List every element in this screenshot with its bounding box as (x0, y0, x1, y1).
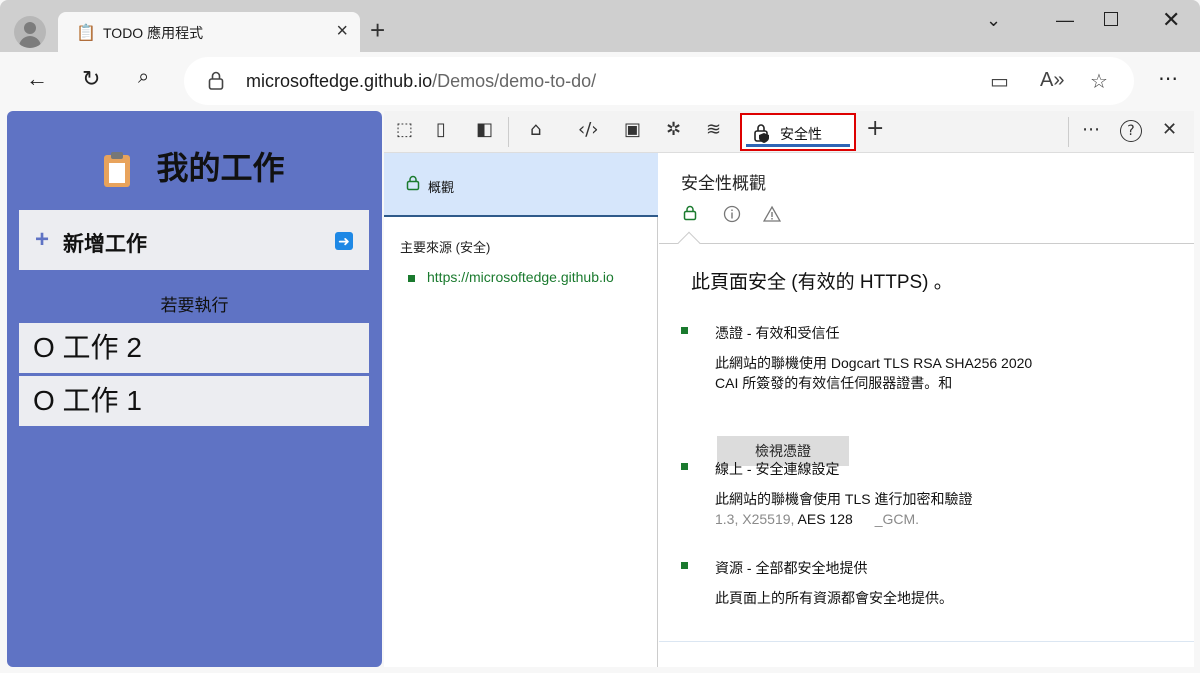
new-tab-icon[interactable]: + (370, 17, 385, 43)
address-toolbar: ← ↻ ⌕ microsoftedge.github.io/Demos/demo… (0, 52, 1200, 110)
more-tools-plus-icon[interactable]: + (866, 116, 884, 141)
secure-status-dot (408, 274, 415, 282)
help-icon[interactable]: ? (1120, 120, 1142, 142)
security-summary: 此頁面安全 (有效的 HTTPS) 。 (691, 272, 953, 293)
sidebar-item-origin[interactable]: https://microsoftedge.github.io (408, 269, 614, 285)
divider (659, 243, 1194, 244)
sidebar-item-overview-label: 概觀 (428, 180, 455, 195)
address-bar[interactable]: microsoftedge.github.io/Demos/demo-to-do… (184, 57, 1134, 105)
add-task-input[interactable]: + 新增工作 ➜ (19, 210, 369, 270)
submit-arrow-icon[interactable]: ➜ (335, 232, 353, 250)
dock-side-icon[interactable]: ◧ (476, 119, 493, 140)
console-icon[interactable]: ▣ (624, 119, 641, 140)
secure-status-dot (681, 562, 688, 569)
tab-search-chevron-icon[interactable]: ⌄ (986, 10, 1001, 31)
favorite-star-icon[interactable]: ☆ (1090, 69, 1108, 94)
elements-code-icon[interactable]: ‹/› (578, 119, 598, 140)
inspect-element-icon[interactable]: ⬚ (396, 119, 413, 140)
more-menu-icon[interactable]: ⋯ (1158, 66, 1178, 91)
toolbar-divider (1068, 117, 1069, 147)
welcome-home-icon[interactable]: ⌂ (530, 119, 541, 140)
secure-status-dot (681, 463, 688, 470)
tab-security-label: 安全性 (780, 126, 822, 142)
customize-more-icon[interactable]: ⋯ (1082, 119, 1100, 140)
sources-bug-icon[interactable]: ✲ (666, 119, 681, 140)
warning-icon (762, 205, 782, 228)
tab-title: TODO 應用程式 (103, 25, 204, 41)
main-origin-heading: 主要來源 (安全) (400, 240, 491, 255)
network-wifi-icon[interactable]: ≋ (706, 119, 721, 140)
profile-avatar-icon[interactable] (14, 16, 46, 48)
secure-status-dot (681, 327, 688, 334)
sidebar-item-overview[interactable]: 概觀 (384, 153, 658, 217)
divider (659, 641, 1194, 642)
security-overview: 安全性概觀 此頁面安全 (有效的 HTTPS) 。 憑證 - 有效和受信任 此網… (659, 153, 1194, 667)
clipboard-icon (104, 151, 131, 187)
title-bar: 📋 TODO 應用程式 × + ⌄ — ✕ (0, 0, 1200, 52)
resources-heading: 資源 - 全部都安全地提供 (715, 560, 868, 576)
task-item[interactable]: O 工作 1 (19, 376, 369, 426)
url-text[interactable]: microsoftedge.github.io/Demos/demo-to-do… (246, 71, 596, 92)
minimize-icon[interactable]: — (1056, 10, 1074, 31)
maximize-icon[interactable] (1104, 12, 1118, 26)
task-item[interactable]: O 工作 2 (19, 323, 369, 373)
lock-icon (406, 175, 420, 196)
app-available-icon[interactable]: ▭ (990, 69, 1009, 94)
tab-security[interactable]: 安全性 (740, 113, 856, 151)
certificate-heading: 憑證 - 有效和受信任 (715, 325, 840, 341)
todo-section-heading: 若要執行 (160, 296, 229, 315)
close-window-icon[interactable]: ✕ (1162, 7, 1180, 33)
close-tab-icon[interactable]: × (336, 20, 348, 43)
secure-lock-icon (683, 205, 697, 226)
devtools-panel: ⬚ ▯ ◧ ⌂ ‹/› ▣ ✲ ≋ 安全性 + ⋯ ? ✕ 概觀 主要來源 (安… (384, 111, 1194, 667)
active-tab-indicator (746, 144, 850, 147)
back-arrow-icon[interactable]: ← (26, 66, 48, 92)
read-aloud-icon[interactable]: A» (1040, 69, 1064, 92)
connection-heading: 線上 - 安全連線設定 (715, 461, 840, 477)
certificate-description: 此網站的聯機使用 Dogcart TLS RSA SHA256 2020 CAI… (715, 355, 1033, 391)
connection-description: 此網站的聯機會使用 TLS 進行加密和驗證 1.3, X25519, AES 1… (715, 491, 973, 527)
plus-icon: + (35, 226, 50, 253)
overview-title: 安全性概觀 (681, 174, 766, 193)
todo-app-page: 我的工作 + 新增工作 ➜ 若要執行 O 工作 2 O 工作 1 (7, 111, 382, 667)
resources-description: 此頁面上的所有資源都會安全地提供。 (715, 590, 953, 606)
clipboard-icon: 📋 (76, 25, 96, 42)
refresh-icon[interactable]: ↻ (82, 66, 100, 92)
add-task-label: 新增工作 (63, 233, 147, 256)
search-icon[interactable]: ⌕ (138, 66, 149, 89)
toolbar-divider (508, 117, 509, 147)
security-sidebar: 概觀 主要來源 (安全) https://microsoftedge.githu… (384, 153, 658, 667)
info-icon (723, 205, 741, 228)
devtools-toolbar: ⬚ ▯ ◧ ⌂ ‹/› ▣ ✲ ≋ 安全性 + ⋯ ? ✕ (384, 111, 1194, 153)
device-emulation-icon[interactable]: ▯ (436, 119, 446, 140)
lock-icon[interactable] (208, 71, 224, 96)
browser-tab[interactable]: 📋 TODO 應用程式 × (58, 12, 360, 52)
close-devtools-icon[interactable]: ✕ (1162, 119, 1177, 140)
selection-notch (677, 231, 701, 255)
page-title: 我的工作 (7, 143, 382, 189)
